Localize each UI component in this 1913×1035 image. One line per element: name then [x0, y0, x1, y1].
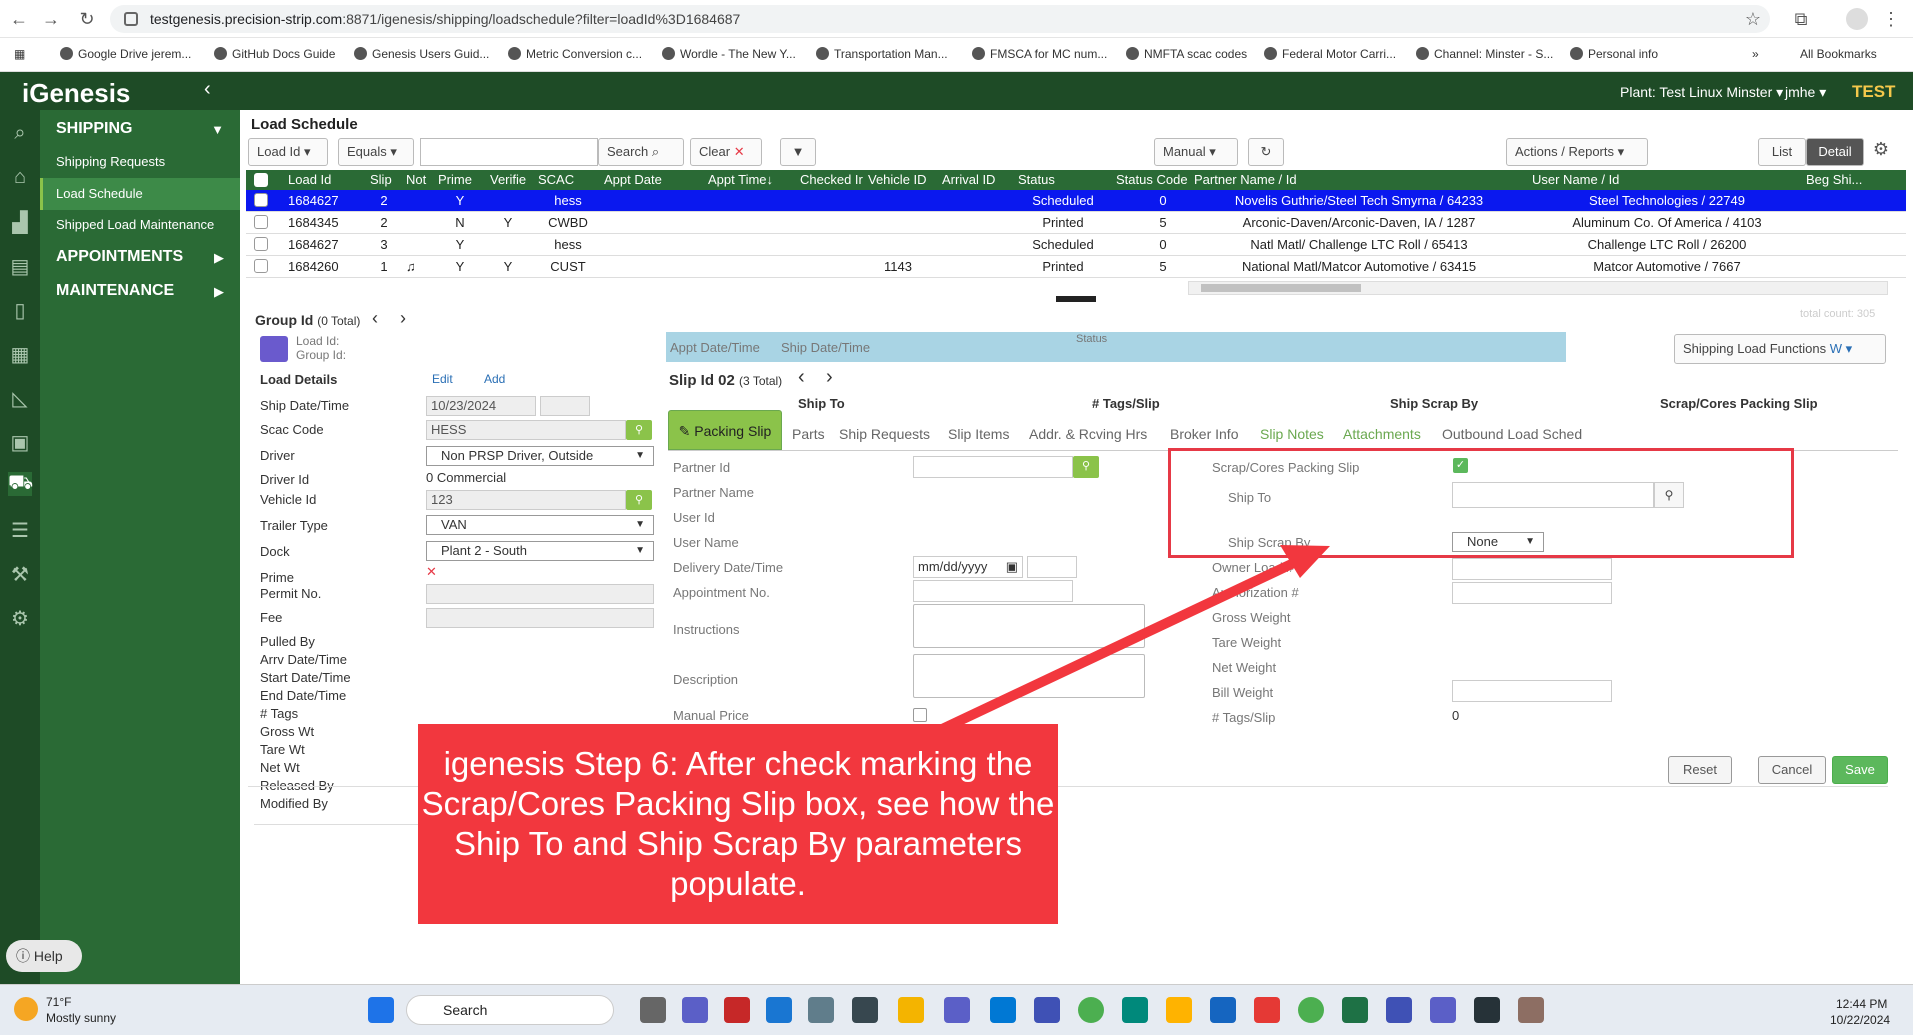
printer-icon[interactable] [808, 997, 834, 1023]
teams-icon[interactable] [682, 997, 708, 1023]
clock-date: 10/22/2024 [1830, 1013, 1891, 1027]
phone-icon-2[interactable] [1386, 997, 1412, 1023]
clock-time: 12:44 PM [1836, 997, 1888, 1011]
app-icon-2[interactable] [1166, 997, 1192, 1023]
app-icon-3[interactable] [1518, 997, 1544, 1023]
weather-icon[interactable] [14, 997, 38, 1021]
teams-icon-2[interactable] [1430, 997, 1456, 1023]
shield-icon[interactable] [1122, 997, 1148, 1023]
teams-work-icon[interactable] [944, 997, 970, 1023]
chrome-active-icon[interactable] [1298, 997, 1324, 1023]
t-app-icon[interactable] [1474, 997, 1500, 1023]
outlook-icon[interactable] [990, 997, 1016, 1023]
instruction-callout: igenesis Step 6: After check marking the… [418, 724, 1058, 924]
s-app-red-icon[interactable] [1254, 997, 1280, 1023]
start-icon[interactable] [368, 997, 394, 1023]
notepad-icon[interactable] [766, 997, 792, 1023]
taskbar: 71°F Mostly sunny Search 12:44 PM 10/22/… [0, 984, 1913, 1035]
phone-icon[interactable] [1034, 997, 1060, 1023]
taskbar-search[interactable]: Search [406, 995, 614, 1025]
excel-icon[interactable] [1342, 997, 1368, 1023]
s-app-icon[interactable] [1210, 997, 1236, 1023]
vnc-icon[interactable] [852, 997, 878, 1023]
file-explorer-icon[interactable] [898, 997, 924, 1023]
weather-desc: Mostly sunny [46, 1011, 117, 1025]
chrome-icon[interactable] [1078, 997, 1104, 1023]
app-icon[interactable] [724, 997, 750, 1023]
weather-temp: 71°F [46, 995, 72, 1009]
task-view-icon[interactable] [640, 997, 666, 1023]
